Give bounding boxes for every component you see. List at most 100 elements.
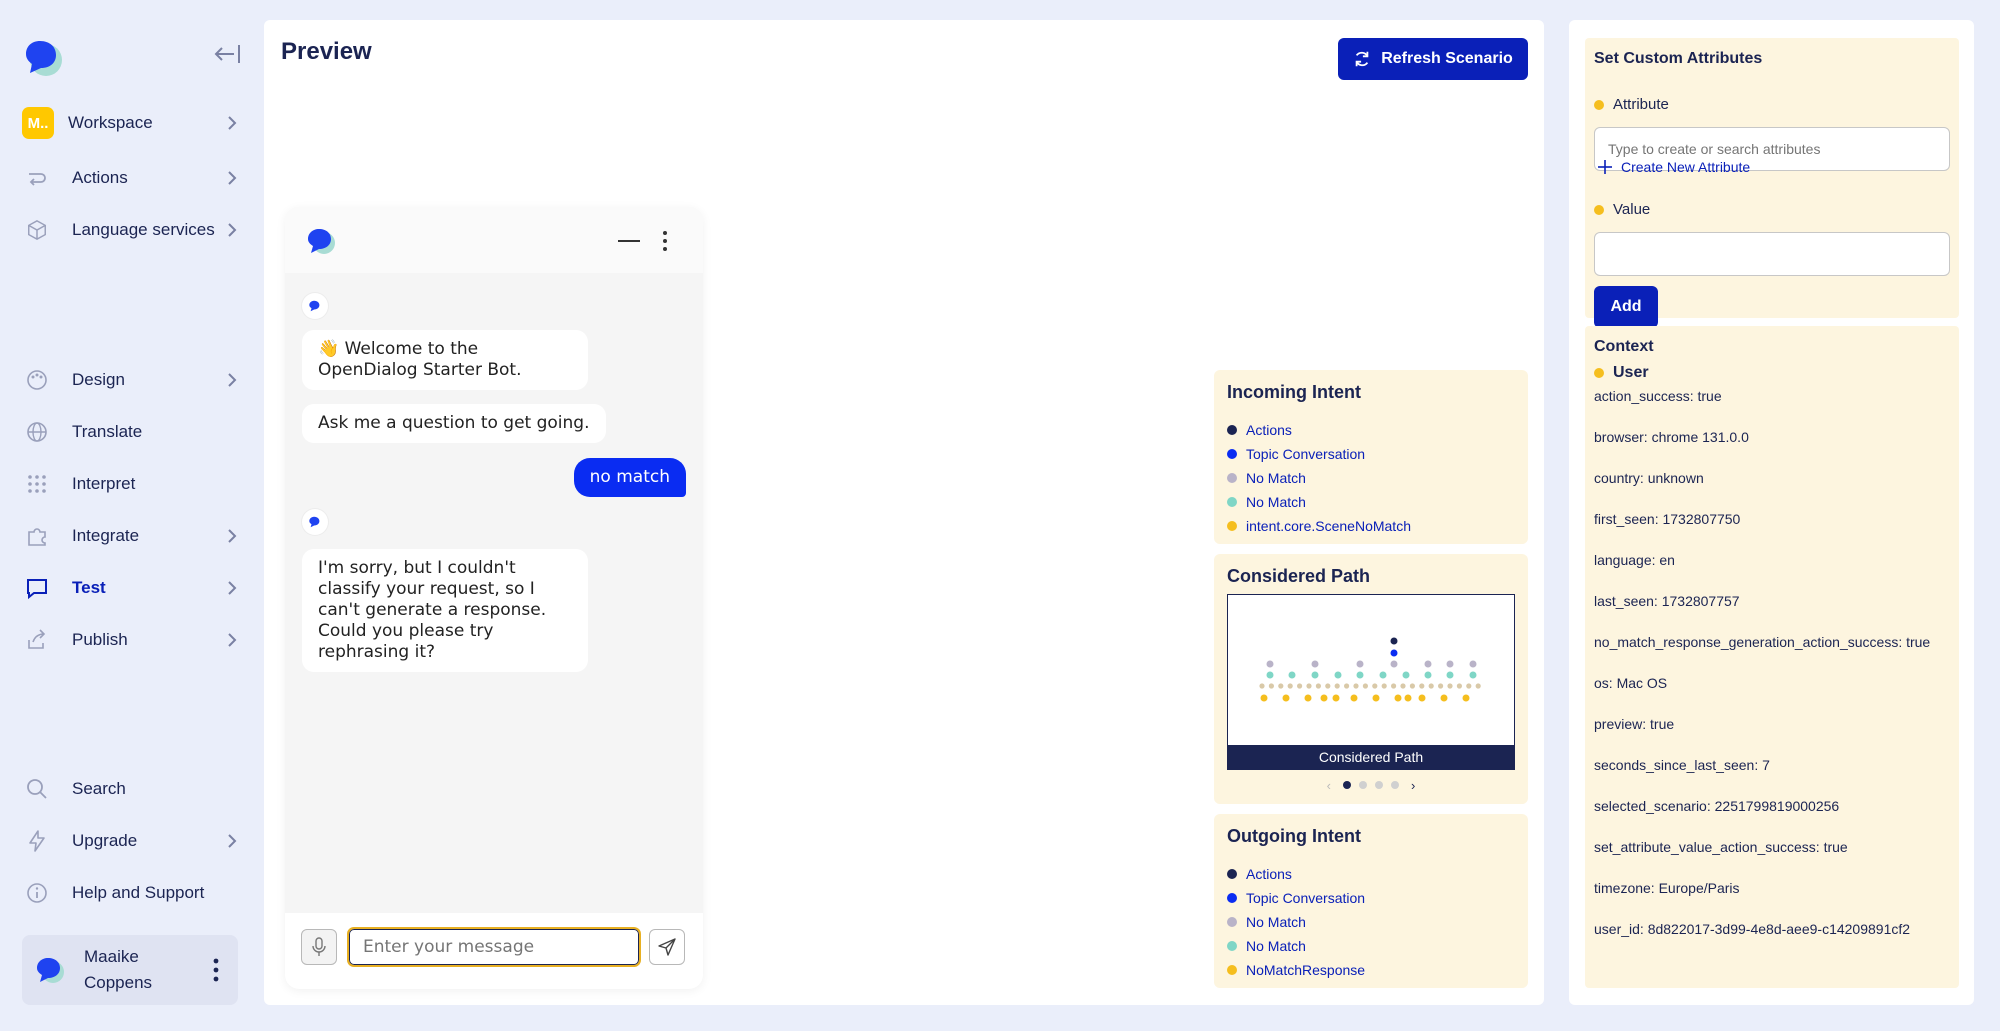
sidebar-item-search[interactable]: Search <box>22 769 242 809</box>
path-node <box>1334 671 1342 679</box>
collapse-sidebar-icon[interactable] <box>212 42 242 66</box>
chevron-right-icon <box>228 373 237 387</box>
sidebar-item-integrate[interactable]: Integrate <box>22 516 242 556</box>
more-vertical-icon[interactable] <box>660 229 670 253</box>
sidebar-item-label: Workspace <box>68 113 153 132</box>
sidebar-item-help[interactable]: Help and Support <box>22 873 242 913</box>
legend-item: Actions <box>1227 862 1365 886</box>
path-node <box>1466 683 1472 689</box>
sidebar-item-label: Upgrade <box>72 831 138 850</box>
context-item: browser: chrome 131.0.0 <box>1594 429 1749 445</box>
cube-icon <box>22 215 52 245</box>
sidebar-item-label: Actions <box>72 168 128 187</box>
path-node <box>1409 683 1415 689</box>
path-node <box>1372 683 1378 689</box>
context-panel: Context User action_success: true browser… <box>1585 326 1959 988</box>
create-new-attribute-label: Create New Attribute <box>1621 159 1751 175</box>
chevron-right-icon <box>228 834 237 848</box>
page-dot[interactable] <box>1375 781 1383 789</box>
path-pager: ‹ › <box>1214 777 1528 793</box>
send-icon <box>658 938 676 956</box>
chat-header <box>285 207 703 273</box>
legend-dot <box>1227 425 1237 435</box>
sidebar-item-publish[interactable]: Publish <box>22 620 242 660</box>
legend-dot <box>1227 473 1237 483</box>
sidebar-item-label: Translate <box>72 422 143 441</box>
refresh-icon <box>1355 51 1369 67</box>
sidebar-item-workspace[interactable]: M.. Workspace <box>22 103 242 143</box>
page-dot[interactable] <box>1359 781 1367 789</box>
user-first-name: Maaike <box>84 947 139 966</box>
page-dot[interactable] <box>1343 781 1351 789</box>
path-node <box>1404 694 1412 702</box>
considered-path-panel: Considered Path Considered Path ‹ › <box>1214 554 1528 804</box>
path-node <box>1334 683 1340 689</box>
legend-dot <box>1227 497 1237 507</box>
sidebar-item-test[interactable]: Test <box>22 568 242 608</box>
context-item: first_seen: 1732807750 <box>1594 511 1741 527</box>
sidebar-item-language-services[interactable]: Language services <box>22 210 242 250</box>
user-card[interactable]: Maaike Coppens <box>22 935 238 1005</box>
microphone-icon <box>312 937 326 956</box>
path-node <box>1259 683 1265 689</box>
legend-label: Topic Conversation <box>1246 446 1366 462</box>
path-node <box>1381 683 1387 689</box>
path-node <box>1320 694 1328 702</box>
refresh-scenario-button[interactable]: Refresh Scenario <box>1338 38 1528 80</box>
path-node <box>1297 683 1303 689</box>
microphone-button[interactable] <box>301 929 337 965</box>
path-node <box>1447 683 1453 689</box>
path-node <box>1311 660 1319 668</box>
page-dot[interactable] <box>1391 781 1399 789</box>
chat-footer <box>285 913 703 989</box>
chat-message-bot: I'm sorry, but I couldn't classify your … <box>302 549 588 672</box>
user-last-name: Coppens <box>84 973 153 992</box>
path-node <box>1462 694 1470 702</box>
sidebar-item-interpret[interactable]: Interpret <box>22 464 242 504</box>
more-vertical-icon[interactable] <box>206 957 226 983</box>
path-node <box>1362 683 1368 689</box>
sidebar-item-translate[interactable]: Translate <box>22 412 242 452</box>
sidebar-item-actions[interactable]: Actions <box>22 158 242 198</box>
send-button[interactable] <box>649 929 685 965</box>
create-new-attribute-link[interactable]: Create New Attribute <box>1598 159 1750 175</box>
sidebar-item-design[interactable]: Design <box>22 360 242 400</box>
path-node <box>1356 671 1364 679</box>
avatar <box>37 958 64 983</box>
context-item: timezone: Europe/Paris <box>1594 880 1740 896</box>
legend-dot <box>1227 449 1237 459</box>
context-item: seconds_since_last_seen: 7 <box>1594 757 1770 773</box>
add-attribute-button[interactable]: Add <box>1594 286 1658 328</box>
next-page-button[interactable]: › <box>1411 778 1415 793</box>
refresh-scenario-label: Refresh Scenario <box>1381 50 1513 67</box>
path-node <box>1402 671 1410 679</box>
dots-grid-icon <box>22 469 52 499</box>
value-input[interactable] <box>1594 232 1950 276</box>
chevron-right-icon <box>228 633 237 647</box>
sidebar-item-label: Test <box>72 578 106 597</box>
sidebar-item-upgrade[interactable]: Upgrade <box>22 821 242 861</box>
path-node <box>1356 660 1364 668</box>
legend-label: No Match <box>1246 938 1306 954</box>
considered-path-diagram[interactable]: Considered Path <box>1227 594 1515 770</box>
bot-logo-icon <box>308 229 335 254</box>
chat-message-bot: 👋 Welcome to the OpenDialog Starter Bot. <box>302 330 588 390</box>
path-node <box>1306 683 1312 689</box>
legend-label: Topic Conversation <box>1246 890 1366 906</box>
legend-label: No Match <box>1246 470 1306 486</box>
incoming-intent-legend: Actions Topic Conversation No Match No Matc… <box>1227 418 1411 538</box>
context-title: Context <box>1594 338 1654 355</box>
path-node <box>1260 694 1268 702</box>
path-node <box>1469 660 1477 668</box>
legend-dot <box>1227 941 1237 951</box>
page-title: Preview <box>281 38 372 65</box>
legend-dot <box>1227 965 1237 975</box>
path-node <box>1311 671 1319 679</box>
minimize-icon[interactable] <box>618 239 640 243</box>
message-input[interactable] <box>347 927 641 967</box>
path-node <box>1469 671 1477 679</box>
chat-widget: 👋 Welcome to the OpenDialog Starter Bot.… <box>285 207 703 989</box>
chat-message-user: no match <box>573 458 686 497</box>
value-label-text: Value <box>1613 201 1651 218</box>
prev-page-button[interactable]: ‹ <box>1327 778 1331 793</box>
